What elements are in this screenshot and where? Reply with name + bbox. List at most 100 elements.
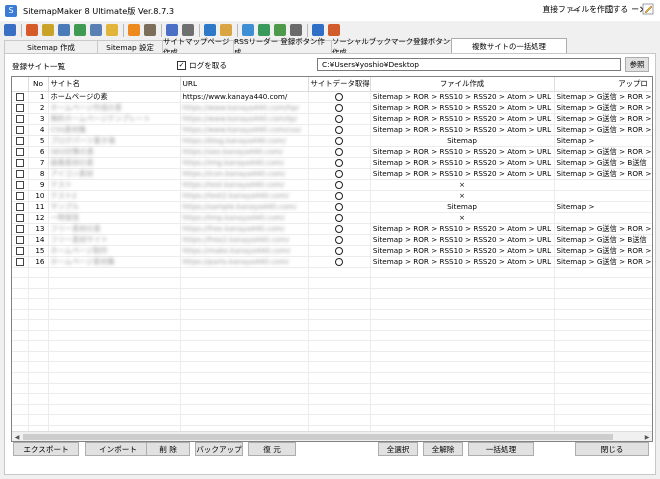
row-url[interactable]: https://www.kanaya440.com/css/ <box>180 124 309 136</box>
header-site-name[interactable]: サイト名 <box>48 77 181 92</box>
table-row[interactable]: 3 無料ホームページテンプレート https://www.kanaya440.com… <box>12 113 652 125</box>
folder-settings-icon[interactable] <box>42 24 54 36</box>
row-site-name[interactable]: ブログパーツ置き場 <box>48 135 181 147</box>
folder-icon[interactable] <box>106 24 118 36</box>
row-file-create[interactable]: Sitemap > ROR > RSS10 > RSS20 > Atom > U… <box>370 157 555 169</box>
row-site-name[interactable]: ホームページ作成の素 <box>48 102 181 114</box>
row-site-data-get[interactable] <box>308 113 371 125</box>
grid-icon[interactable] <box>58 24 70 36</box>
row-file-create[interactable]: Sitemap > ROR > RSS10 > RSS20 > Atom > U… <box>370 245 555 257</box>
row-url[interactable]: https://sample.kanaya440.com/ <box>180 201 309 213</box>
export-button[interactable]: エクスポート <box>13 442 79 456</box>
table-row[interactable]: 13 フリー素材の素 https://free.kanaya440.com/Site… <box>12 223 652 235</box>
table-row[interactable]: 12一時保管https://tmp.kanaya440.com/ ×× <box>12 212 652 224</box>
row-file-create[interactable]: Sitemap <box>370 135 555 147</box>
row-checkbox[interactable] <box>15 257 24 266</box>
row-site-name[interactable]: 画像素材の素 <box>48 157 181 169</box>
row-upload[interactable]: Sitemap > G送信 > ROR > <box>554 256 652 268</box>
row-upload[interactable]: Sitemap > <box>554 201 652 213</box>
row-site-name[interactable]: テスト <box>48 179 181 191</box>
row-url[interactable]: https://img.kanaya440.com/ <box>180 157 309 169</box>
tab-2[interactable]: Sitemap 設定 <box>97 40 163 53</box>
row-file-create[interactable]: × <box>370 212 555 224</box>
tools-icon-2[interactable] <box>182 24 194 36</box>
table-row[interactable]: 8 アイコン素材 https://icon.kanaya440.com/Sitema… <box>12 168 652 180</box>
help-icon[interactable] <box>328 24 340 36</box>
log-checkbox-group[interactable]: ✓ ログを取る <box>177 60 227 71</box>
row-site-data-get[interactable] <box>308 234 371 246</box>
table-row[interactable]: 4 CSS素材集 https://www.kanaya440.com/css/Sit… <box>12 124 652 136</box>
exit-icon[interactable] <box>4 24 16 36</box>
row-url[interactable]: https://test.kanaya440.com/ <box>180 179 309 191</box>
row-url[interactable]: https://free2.kanaya440.com/ <box>180 234 309 246</box>
edit-page-icon[interactable] <box>166 24 178 36</box>
table-row[interactable]: 11 サンプル https://sample.kanaya440.com/Sitem… <box>12 201 652 213</box>
row-upload[interactable]: Sitemap > G送信 > ROR > <box>554 146 652 158</box>
row-site-data-get[interactable] <box>308 256 371 268</box>
hand-icon[interactable] <box>220 24 232 36</box>
row-site-data-get[interactable] <box>308 146 371 158</box>
row-site-name[interactable]: SEO対策の素 <box>48 146 181 158</box>
header-site-data-get[interactable]: サイトデータ取得 <box>308 77 371 92</box>
wrench-icon[interactable] <box>290 24 302 36</box>
tab-5[interactable]: ソーシャルブックマーク登録ボタン作成 <box>331 37 452 57</box>
table-row[interactable]: 7 画像素材の素 https://img.kanaya440.com/Sitemap… <box>12 157 652 169</box>
table-row[interactable]: 15 ホームページ制作 https://make.kanaya440.com/Sit… <box>12 245 652 257</box>
table-row[interactable]: 5 ブログパーツ置き場 https://blog.kanaya440.com/Sit… <box>12 135 652 147</box>
row-site-data-get[interactable] <box>308 91 371 103</box>
row-checkbox[interactable] <box>15 103 24 112</box>
row-site-data-get[interactable] <box>308 223 371 235</box>
row-site-name[interactable]: サンプル <box>48 201 181 213</box>
row-upload[interactable]: Sitemap > <box>554 135 652 147</box>
row-site-data-get[interactable] <box>308 124 371 136</box>
row-file-create[interactable]: Sitemap > ROR > RSS10 > RSS20 > Atom > U… <box>370 102 555 114</box>
table-row[interactable]: 2 ホームページ作成の素 https://www.kanaya440.com/hp/… <box>12 102 652 114</box>
row-checkbox[interactable] <box>15 246 24 255</box>
row-file-create[interactable]: × <box>370 190 555 202</box>
row-file-create[interactable]: Sitemap <box>370 201 555 213</box>
table-row[interactable]: 1 ホームページの素 https://www.kanaya440.com/Sitem… <box>12 91 652 103</box>
row-site-data-get[interactable] <box>308 135 371 147</box>
log-checkbox[interactable]: ✓ <box>177 61 186 70</box>
row-file-create[interactable]: Sitemap > ROR > RSS10 > RSS20 > Atom > U… <box>370 124 555 136</box>
row-checkbox[interactable] <box>15 191 24 200</box>
row-site-data-get[interactable] <box>308 190 371 202</box>
backup-button[interactable]: バックアップ <box>195 442 243 456</box>
row-url[interactable]: https://www.kanaya440.com/tp/ <box>180 113 309 125</box>
row-checkbox[interactable] <box>15 213 24 222</box>
row-file-create[interactable]: Sitemap > ROR > RSS10 > RSS20 > Atom > U… <box>370 256 555 268</box>
row-upload[interactable]: Sitemap > G送信 > ROR > <box>554 168 652 180</box>
row-upload[interactable]: Sitemap > G送信 > ROR > <box>554 113 652 125</box>
output-path-input[interactable] <box>317 58 621 71</box>
direct-create-label[interactable]: 直接ファイルを作成する <box>542 4 628 15</box>
row-checkbox[interactable] <box>15 125 24 134</box>
table-row[interactable]: 10テスト2https://test2.kanaya440.com/ ×× <box>12 190 652 202</box>
row-checkbox[interactable] <box>15 92 24 101</box>
tree-icon[interactable] <box>74 24 86 36</box>
import-button[interactable]: インポート <box>85 442 151 456</box>
header-url[interactable]: URL <box>180 77 309 92</box>
row-site-name[interactable]: アイコン素材 <box>48 168 181 180</box>
table-row[interactable]: 14 フリー素材サイト https://free2.kanaya440.com/Si… <box>12 234 652 246</box>
pencil-icon[interactable] <box>642 3 654 15</box>
table-row[interactable]: 6 SEO対策の素 https://seo.kanaya440.com/Sitema… <box>12 146 652 158</box>
browse-button[interactable]: 参照 <box>625 57 649 72</box>
table-row[interactable]: 16 ホームページ素材集 https://parts.kanaya440.com/S… <box>12 256 652 268</box>
row-url[interactable]: https://parts.kanaya440.com/ <box>180 256 309 268</box>
row-upload[interactable]: Sitemap > G送信 > ROR > <box>554 102 652 114</box>
row-file-create[interactable]: Sitemap > ROR > RSS10 > RSS20 > Atom > U… <box>370 91 555 103</box>
close-button[interactable]: 閉じる <box>575 442 649 456</box>
tab-1[interactable]: Sitemap 作成 <box>4 40 98 53</box>
row-site-data-get[interactable] <box>308 245 371 257</box>
row-checkbox[interactable] <box>15 202 24 211</box>
row-url[interactable]: https://www.kanaya440.com/ <box>180 91 309 103</box>
row-url[interactable]: https://tmp.kanaya440.com/ <box>180 212 309 224</box>
select-all-button[interactable]: 全選択 <box>378 442 418 456</box>
info-icon[interactable] <box>312 24 324 36</box>
tab-6[interactable]: 複数サイトの一括処理 <box>451 38 567 53</box>
row-upload[interactable]: Sitemap > G送信 > ROR > <box>554 91 652 103</box>
row-file-create[interactable]: Sitemap > ROR > RSS10 > RSS20 > Atom > U… <box>370 223 555 235</box>
tab-4[interactable]: RSSリーダー 登録ボタン作成 <box>233 37 332 57</box>
row-checkbox[interactable] <box>15 136 24 145</box>
row-site-name[interactable]: ホームページ制作 <box>48 245 181 257</box>
